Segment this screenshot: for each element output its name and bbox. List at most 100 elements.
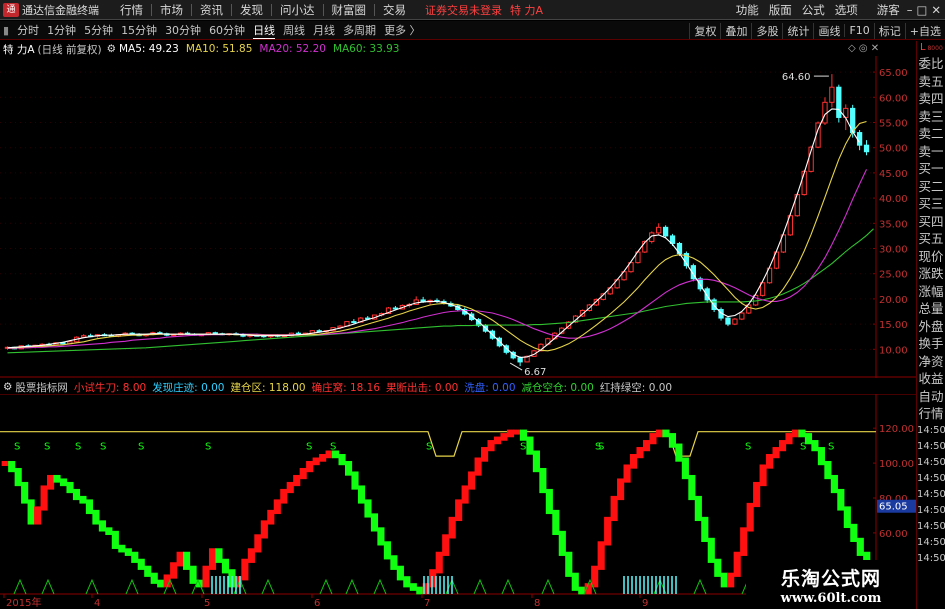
side-panel-item[interactable]: 卖四: [917, 90, 945, 108]
indicator-bar: [604, 516, 612, 546]
y-tick-label: 50.00: [879, 144, 908, 155]
draw-button[interactable]: 画线: [813, 22, 844, 39]
side-panel-item[interactable]: 自动: [917, 388, 945, 406]
side-panel-item[interactable]: 现价: [917, 248, 945, 266]
menu-function[interactable]: 功能: [736, 2, 759, 18]
overlay-button[interactable]: 叠加: [720, 22, 751, 39]
side-panel-item[interactable]: 14:50: [917, 439, 945, 455]
side-panel-item[interactable]: 14:50: [917, 455, 945, 471]
side-panel-item[interactable]: 买五: [917, 230, 945, 248]
menu-wealth[interactable]: 财富圈: [332, 2, 367, 18]
indicator-bar: [98, 520, 106, 532]
sell-marker: S: [598, 442, 604, 453]
side-panel-item[interactable]: 行情: [917, 405, 945, 423]
indicator-value: 果断出击: 0.00: [386, 381, 459, 394]
ma60-label: MA60: 33.93: [332, 43, 400, 55]
side-panel-item[interactable]: 14:50: [917, 423, 945, 439]
side-panel-item[interactable]: 换手: [917, 335, 945, 353]
side-panel-item[interactable]: 涨跌: [917, 265, 945, 283]
side-panel-item[interactable]: 14:50: [917, 519, 945, 535]
close-icon[interactable]: ✕: [931, 3, 941, 17]
price-chart[interactable]: 65.00 60.00 55.00 50.00 45.00 40.00 35.00 30.00…: [0, 56, 916, 378]
maximize-icon[interactable]: □: [916, 3, 927, 17]
indicator-bar: [759, 464, 767, 487]
menu-trade[interactable]: 交易: [383, 2, 406, 18]
indicator-bar: [27, 499, 35, 525]
period-monthly[interactable]: 月线: [313, 22, 335, 38]
indicator-bar: [545, 488, 553, 515]
menu-discover[interactable]: 发现: [240, 2, 263, 18]
triangle-marker: [345, 578, 359, 595]
triangle-marker: [125, 578, 139, 595]
indicator-bar: [131, 551, 139, 563]
side-panel-item[interactable]: 涨幅: [917, 283, 945, 301]
indicator-bar: [390, 555, 398, 570]
side-panel-item[interactable]: 收益: [917, 370, 945, 388]
menu-quotes[interactable]: 行情: [120, 2, 143, 18]
side-panel-item[interactable]: 卖二: [917, 125, 945, 143]
indicator-bar: [170, 562, 178, 579]
indicator-bar: [299, 467, 307, 480]
add-watchlist-button[interactable]: +自选: [904, 22, 945, 39]
multi-stock-button[interactable]: 多股: [751, 22, 782, 39]
menu-options[interactable]: 选项: [835, 2, 858, 18]
side-panel-item[interactable]: 委比: [917, 55, 945, 73]
menu-layout[interactable]: 版面: [769, 2, 792, 18]
period-multi[interactable]: 多周期: [343, 22, 376, 38]
y-tick-label: 60.00: [879, 93, 908, 104]
side-panel-item[interactable]: 买四: [917, 213, 945, 231]
indicator-bar: [254, 534, 262, 553]
period-more[interactable]: 更多 〉: [384, 22, 421, 38]
side-panel-item[interactable]: 外盘: [917, 318, 945, 336]
side-panel-item[interactable]: 卖五: [917, 73, 945, 91]
menu-market[interactable]: 市场: [160, 2, 183, 18]
menu-formula[interactable]: 公式: [802, 2, 825, 18]
triangle-marker: [693, 578, 707, 595]
minimize-icon[interactable]: –: [907, 3, 913, 17]
gear-icon[interactable]: ⚙: [107, 43, 116, 55]
side-panel-item[interactable]: 卖三: [917, 108, 945, 126]
chart-window-controls[interactable]: ◇ ◎ ✕: [848, 43, 879, 54]
indicator-bar: [435, 551, 443, 574]
side-panel-item[interactable]: 14:50: [917, 535, 945, 551]
indicator-bar: [649, 433, 657, 445]
indicator-value: 小试牛刀: 8.00: [73, 381, 147, 394]
period-1min[interactable]: 1分钟: [47, 22, 76, 38]
indicator-bar: [552, 509, 560, 536]
period-30min[interactable]: 30分钟: [165, 22, 201, 38]
mark-button[interactable]: 标记: [873, 22, 905, 39]
side-panel-item[interactable]: 14:50: [917, 503, 945, 519]
sell-marker: S: [828, 442, 834, 453]
sell-marker: S: [14, 442, 20, 453]
period-60min[interactable]: 60分钟: [209, 22, 245, 38]
stats-button[interactable]: 统计: [782, 22, 813, 39]
menu-news[interactable]: 资讯: [200, 2, 223, 18]
indicator-gear-icon[interactable]: ⚙: [3, 381, 12, 393]
side-panel-item[interactable]: 卖一: [917, 143, 945, 161]
login-status[interactable]: 证券交易未登录: [425, 2, 502, 18]
side-panel-item[interactable]: 买二: [917, 178, 945, 196]
side-panel-item[interactable]: 14:50: [917, 471, 945, 487]
side-panel-item[interactable]: 净资: [917, 353, 945, 371]
indicator-bar: [843, 506, 851, 529]
period-5min[interactable]: 5分钟: [84, 22, 113, 38]
period-15min[interactable]: 15分钟: [121, 22, 157, 38]
ind-price-tag: 65.05: [879, 502, 908, 513]
menu-ask[interactable]: 问小达: [280, 2, 315, 18]
side-panel-item[interactable]: 14:50: [917, 551, 945, 567]
indicator-bar: [280, 488, 288, 504]
period-daily[interactable]: 日线: [253, 22, 276, 39]
side-panel-item[interactable]: 买一: [917, 160, 945, 178]
indicator-values: 小试牛刀: 8.00 发现庄迹: 0.00 建仓区: 118.00 确庄窝: 18.1…: [74, 380, 678, 395]
side-panel-item[interactable]: 总量: [917, 300, 945, 318]
f10-button[interactable]: F10: [844, 24, 873, 37]
menu-guest[interactable]: 游客: [877, 2, 900, 18]
period-intraday[interactable]: 分时: [17, 22, 39, 38]
indicator-bar: [850, 523, 858, 542]
side-panel-item[interactable]: 买三: [917, 195, 945, 213]
side-panel-item[interactable]: 14:50: [917, 487, 945, 503]
indicator-bar: [558, 530, 566, 556]
period-weekly[interactable]: 周线: [283, 22, 305, 38]
adjust-button[interactable]: 复权: [689, 22, 720, 39]
indicator-bar: [623, 464, 631, 483]
